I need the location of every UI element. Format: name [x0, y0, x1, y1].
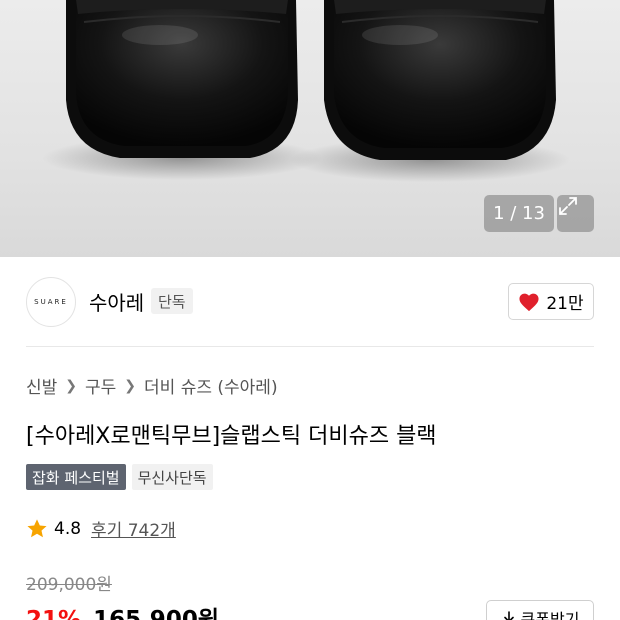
coupon-label: 쿠폰받기: [520, 610, 580, 620]
price-row: 21% 165,900원: [26, 600, 219, 620]
heart-icon: [519, 293, 539, 311]
image-counter: 1 / 13: [484, 195, 554, 232]
like-button[interactable]: 21만: [508, 283, 594, 320]
chevron-right-icon: ❯: [65, 377, 78, 394]
brand-logo-text: SUARE: [34, 298, 68, 306]
breadcrumb-item-derby[interactable]: 더비 슈즈 (수아레): [144, 373, 278, 398]
rating-row: 4.8 후기 742개: [26, 516, 176, 541]
divider: [26, 346, 594, 347]
expand-icon: [559, 197, 577, 215]
like-count: 21만: [546, 294, 584, 314]
sale-price: 165,900원: [93, 607, 219, 620]
rating-score: 4.8: [54, 518, 82, 539]
tag-festival[interactable]: 잡화 페스티벌: [26, 464, 126, 490]
star-icon: [27, 518, 47, 537]
discount-rate: 21%: [26, 607, 82, 620]
breadcrumb-item-shoes[interactable]: 신발: [26, 373, 57, 398]
product-image[interactable]: 1 / 13: [0, 0, 620, 257]
breadcrumb: 신발 ❯ 구두 ❯ 더비 슈즈 (수아레): [26, 373, 278, 399]
chevron-right-icon: ❯: [124, 377, 137, 394]
product-tags: 잡화 페스티벌 무신사단독: [26, 464, 213, 490]
brand-name[interactable]: 수아레: [89, 287, 144, 316]
exclusive-badge: 단독: [151, 288, 193, 314]
coupon-button[interactable]: 쿠폰받기: [486, 600, 594, 620]
original-price: 209,000원: [26, 575, 112, 595]
breadcrumb-item-dress-shoes[interactable]: 구두: [85, 373, 116, 398]
brand-logo[interactable]: SUARE: [26, 277, 76, 327]
tag-exclusive: 무신사단독: [131, 464, 213, 490]
brand-row: SUARE 수아레 단독 21만: [0, 257, 620, 347]
product-title: [수아레X로맨틱무브]슬랩스틱 더비슈즈 블랙: [26, 424, 437, 449]
expand-button[interactable]: [557, 195, 594, 232]
review-link[interactable]: 후기 742개: [91, 516, 176, 541]
download-icon: [503, 611, 514, 620]
